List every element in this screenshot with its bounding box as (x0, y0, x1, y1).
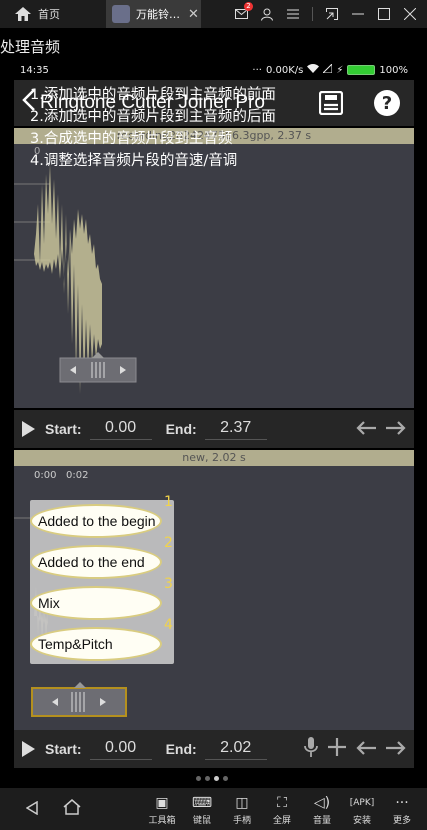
fullscreen-icon: ⛶ (277, 794, 287, 811)
network-speed: 0.00K/s (265, 64, 304, 76)
window-controls: 2 (234, 2, 417, 21)
menu-item-added-to-begin[interactable]: Added to the begin (30, 504, 162, 538)
menu-number-2: 2 (164, 535, 173, 551)
undo-icon[interactable] (356, 739, 376, 760)
microphone-icon[interactable] (304, 736, 318, 762)
charging-icon: ⚡ (336, 64, 344, 76)
more-label: 更多 (392, 815, 411, 826)
app-tab-icon (112, 5, 130, 23)
menu-item-added-to-end[interactable]: Added to the end (30, 545, 162, 579)
shrink-icon[interactable] (325, 7, 339, 21)
fullscreen-button[interactable]: ⛶ 全屏 (262, 793, 302, 826)
notification-badge: 2 (244, 2, 253, 11)
menu-number-4: 4 (164, 617, 173, 633)
redo-icon[interactable] (386, 419, 406, 440)
battery-icon (347, 65, 376, 75)
status-right: ··· 0.00K/s ⚡ 100% (252, 62, 408, 76)
more-icon: ··· (395, 794, 409, 811)
toolbox-label: 工具箱 (148, 815, 176, 826)
start-label: Start: (45, 421, 82, 437)
window-divider (312, 7, 313, 21)
menu-number-1: 1 (164, 494, 173, 510)
svg-text:0:00: 0:00 (34, 470, 56, 481)
start-value-field[interactable]: 0.00 (89, 739, 152, 760)
page-dot (196, 776, 201, 781)
menu-item-mix[interactable]: Mix (30, 586, 162, 620)
page-dot (205, 776, 210, 781)
save-icon[interactable] (318, 90, 344, 116)
gamepad-icon: ◫ (235, 794, 249, 811)
mail-icon[interactable]: 2 (234, 2, 253, 21)
gamepad-label: 手柄 (232, 815, 251, 826)
add-icon[interactable] (328, 737, 346, 761)
app-tab-label: 万能铃… (136, 8, 180, 21)
maximize-icon[interactable] (377, 7, 391, 21)
battery-percent: 100% (379, 64, 408, 76)
help-icon[interactable]: ? (374, 90, 400, 116)
end-label: End: (165, 741, 197, 757)
menu-item-temp-pitch[interactable]: Temp&Pitch (30, 627, 162, 661)
end-label: End: (165, 421, 197, 437)
no-sim-icon (322, 62, 333, 76)
user-icon[interactable] (260, 7, 274, 21)
instruction-line-2: 2.添加选中的音频片段到主音频的后面 (30, 109, 276, 125)
emulator-bottombar: ▣ 工具箱 ⌨ 键鼠 ◫ 手柄 ⛶ 全屏 ◁) 音量 [APK] 安装 ··· … (0, 788, 427, 830)
close-window-icon[interactable] (403, 7, 417, 21)
start-label: Start: (45, 741, 82, 757)
dnd-icon: ··· (252, 64, 262, 76)
track-1-waveform[interactable]: 0 (14, 144, 414, 408)
wifi-icon (307, 64, 320, 76)
menu-number-3: 3 (164, 576, 173, 592)
menu-icon[interactable] (286, 7, 300, 21)
start-value-field[interactable]: 0.00 (89, 419, 152, 440)
install-apk-button[interactable]: [APK] 安装 (342, 793, 382, 826)
track-2-controls: Start: 0.00 End: 2.02 (14, 730, 414, 768)
end-value-field[interactable]: 2.02 (204, 739, 267, 760)
install-label: 安装 (352, 815, 371, 826)
minimize-icon[interactable] (351, 7, 365, 21)
home-icon[interactable] (10, 0, 36, 28)
tab-close-icon[interactable]: ✕ (188, 7, 199, 22)
toolbox-button[interactable]: ▣ 工具箱 (142, 793, 182, 826)
android-statusbar: 14:35 ··· 0.00K/s ⚡ 100% (14, 60, 414, 80)
end-value-field[interactable]: 2.37 (204, 419, 267, 440)
track-2-actions (304, 736, 406, 762)
instruction-line-4: 4.调整选择音频片段的音速/音调 (30, 153, 238, 169)
app-tab[interactable]: 万能铃… ✕ (106, 0, 201, 28)
redo-icon[interactable] (386, 739, 406, 760)
page-indicator (196, 776, 228, 781)
page-dot (223, 776, 228, 781)
fullscreen-label: 全屏 (272, 815, 291, 826)
track-1-actions (356, 419, 406, 440)
home-nav-icon[interactable] (52, 799, 92, 819)
keyboard-icon: ⌨ (191, 794, 213, 811)
home-tab-label[interactable]: 首页 (38, 6, 60, 22)
play-icon[interactable] (22, 421, 35, 437)
more-button[interactable]: ··· 更多 (382, 793, 422, 826)
instruction-line-3: 3.合成选中的音频片段到主音频 (30, 131, 233, 147)
status-time: 14:35 (20, 64, 49, 76)
emulator-topbar: 首页 万能铃… ✕ 2 (0, 0, 427, 28)
track-1-controls: Start: 0.00 End: 2.37 (14, 410, 414, 448)
undo-icon[interactable] (356, 419, 376, 440)
back-nav-icon[interactable] (12, 800, 52, 819)
play-icon[interactable] (22, 741, 35, 757)
apk-icon: [APK] (349, 797, 375, 808)
gamepad-button[interactable]: ◫ 手柄 (222, 793, 262, 826)
volume-label: 音量 (312, 815, 331, 826)
page-dot-active (214, 776, 219, 781)
svg-text:0:02: 0:02 (66, 470, 88, 481)
keyboard-label: 键鼠 (192, 815, 211, 826)
instruction-overlay: 1.添加选中的音频片段到主音频的前面 2.添加选中的音频片段到主音频的后面 3.… (30, 84, 276, 172)
volume-button[interactable]: ◁) 音量 (302, 793, 342, 826)
page-title: 处理音频 (0, 38, 61, 56)
keyboard-mouse-button[interactable]: ⌨ 键鼠 (182, 793, 222, 826)
track-2-filename: new, 2.02 s (14, 450, 414, 466)
instruction-line-1: 1.添加选中的音频片段到主音频的前面 (30, 87, 276, 103)
volume-icon: ◁) (313, 794, 331, 811)
toolbox-icon: ▣ (155, 794, 169, 811)
